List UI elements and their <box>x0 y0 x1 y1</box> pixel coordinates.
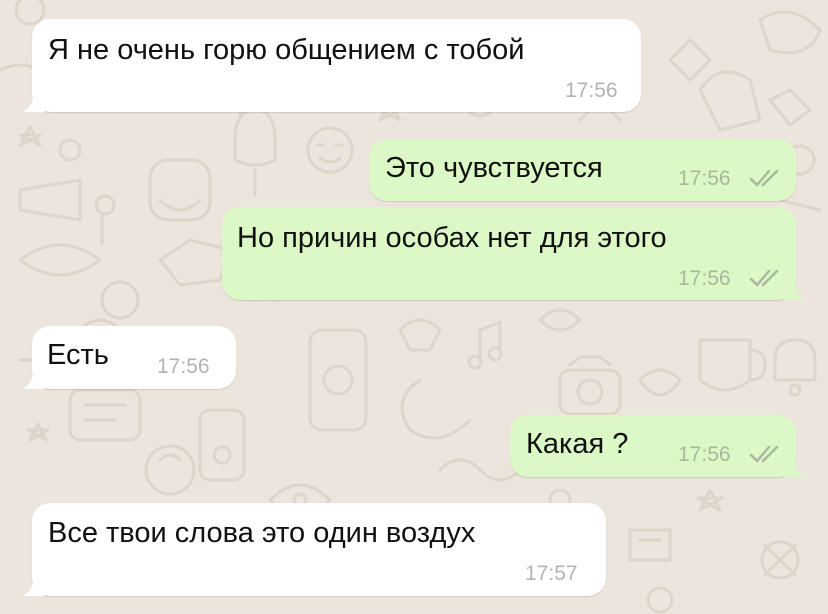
message-timestamp: 17:56 <box>565 79 618 102</box>
message-text: Я не очень горю общением с тобой <box>48 34 525 66</box>
incoming-message-bubble[interactable]: Я не очень горю общением с тобой 17:56 <box>22 19 641 112</box>
message-text: Это чувствуется <box>385 152 603 184</box>
outgoing-message-bubble[interactable]: Какая ? 17:56 <box>510 415 806 477</box>
bubble-tail <box>22 371 44 389</box>
message-timestamp: 17:56 <box>678 443 731 466</box>
message-timestamp: 17:56 <box>157 355 210 378</box>
message-timestamp: 17:57 <box>525 562 578 585</box>
message-text: Все твои слова это один воздух <box>48 517 476 549</box>
bubble-tail <box>22 94 44 112</box>
message-text: Но причин особах нет для этого <box>237 222 667 254</box>
message-text: Какая ? <box>526 428 629 460</box>
outgoing-message-bubble[interactable]: Это чувствуется 17:56 <box>369 139 796 201</box>
message-text: Есть <box>47 339 109 371</box>
bubble-tail <box>784 282 806 300</box>
double-check-icon <box>749 269 779 287</box>
message-timestamp: 17:56 <box>678 267 731 290</box>
double-check-icon <box>749 169 779 187</box>
message-timestamp: 17:56 <box>678 167 731 190</box>
incoming-message-bubble[interactable]: Все твои слова это один воздух 17:57 <box>22 503 606 596</box>
double-check-icon <box>749 445 779 463</box>
bubble-tail <box>784 459 806 477</box>
outgoing-message-bubble[interactable]: Но причин особах нет для этого 17:56 <box>222 207 806 300</box>
bubble-tail <box>22 578 44 596</box>
incoming-message-bubble[interactable]: Есть 17:56 <box>22 326 236 389</box>
chat-thread: Я не очень горю общением с тобой 17:56 Э… <box>0 0 828 614</box>
